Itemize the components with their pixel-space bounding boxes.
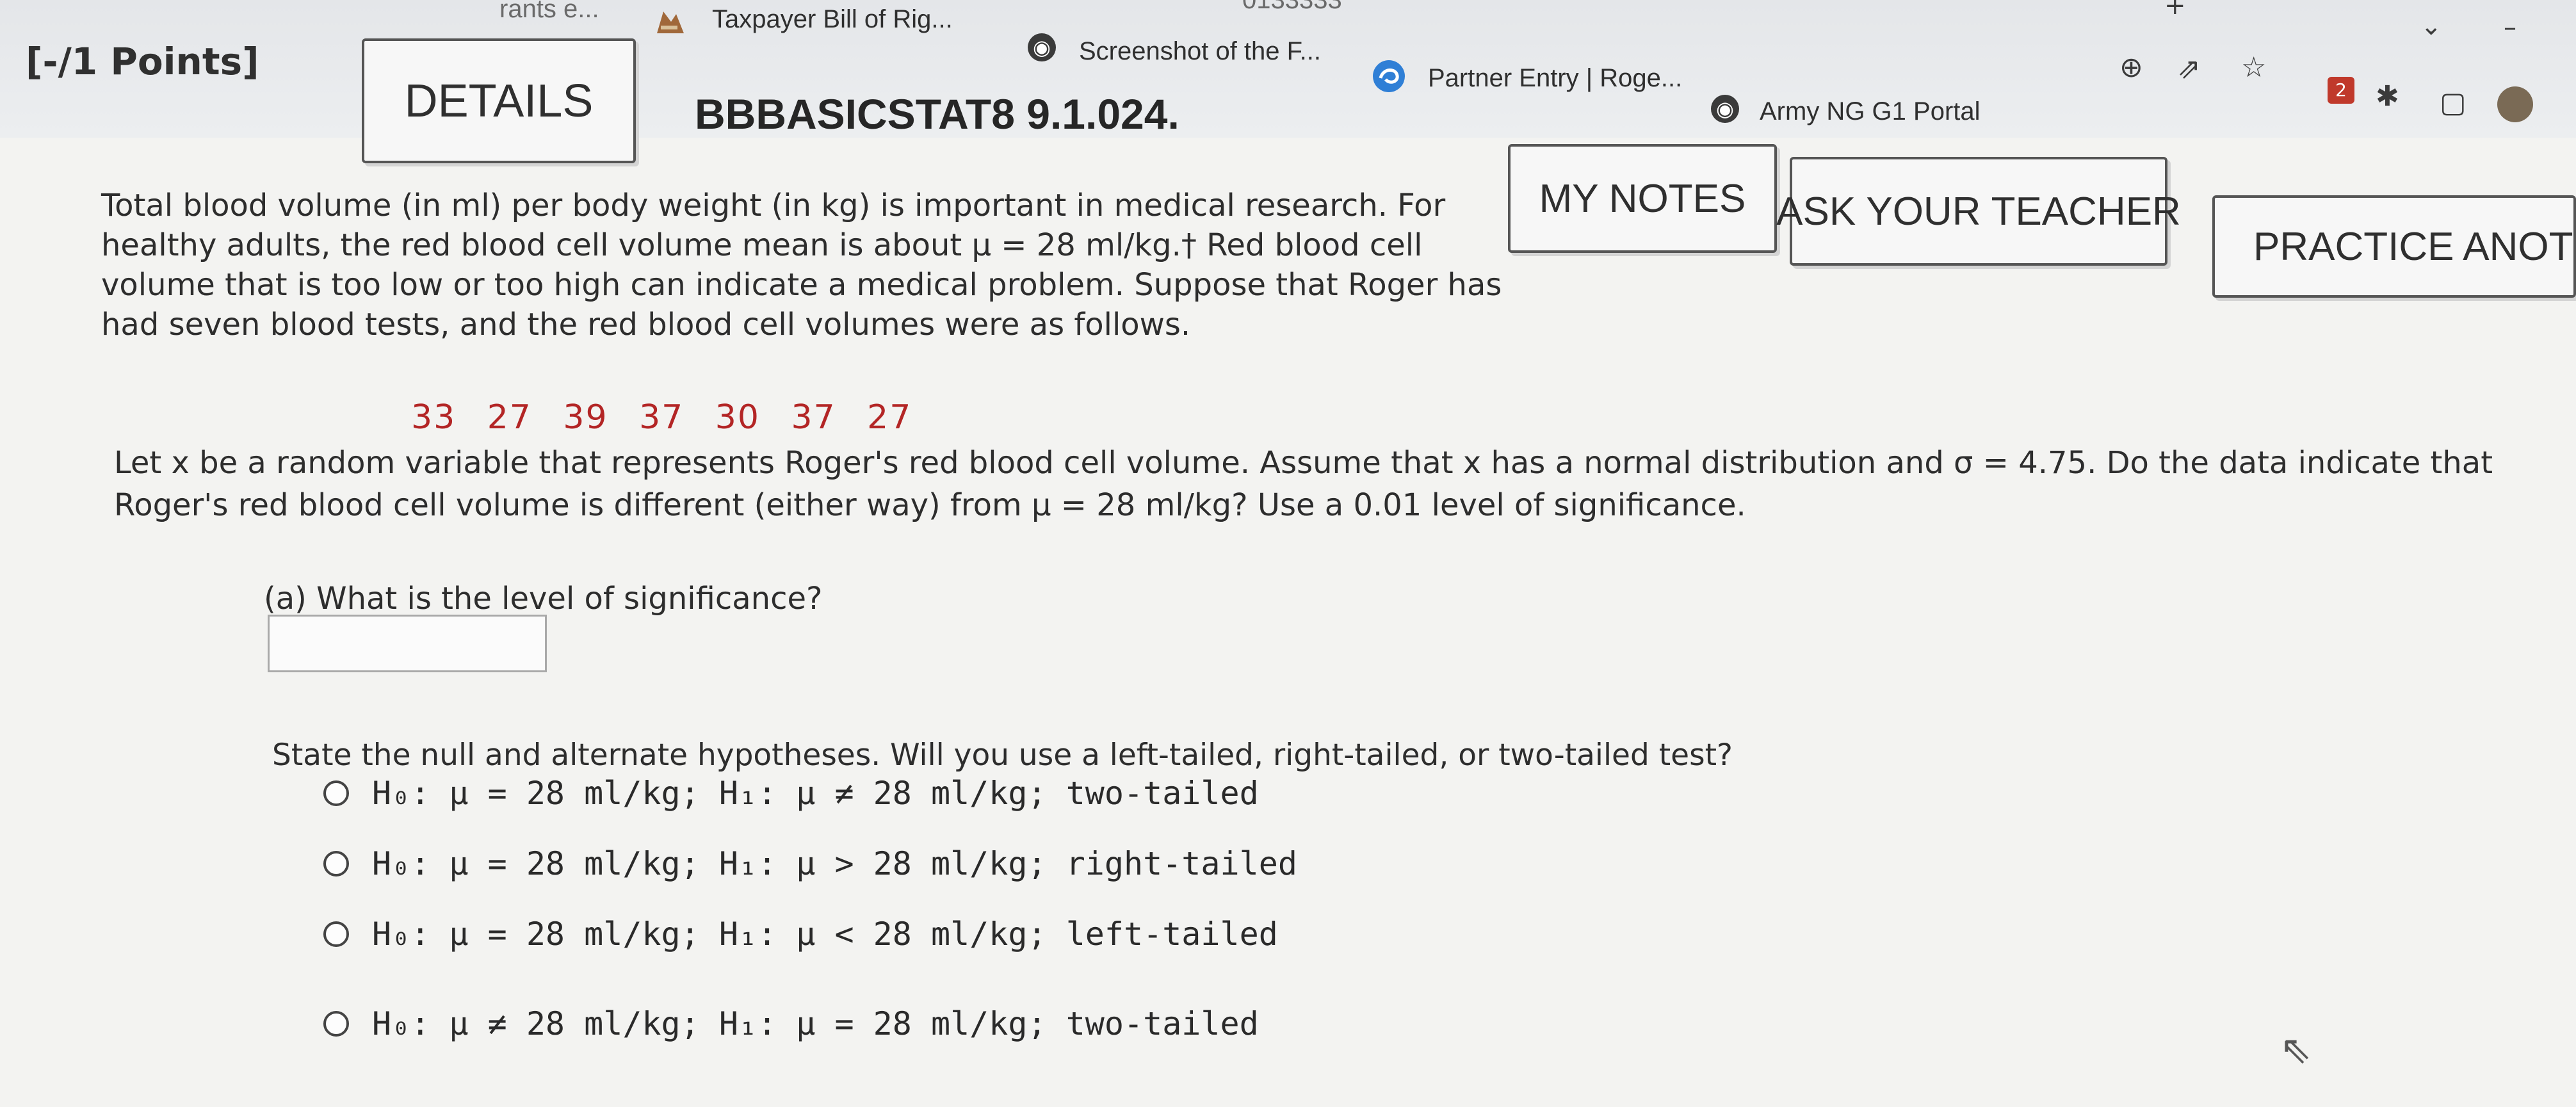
radio-button[interactable] (323, 1011, 349, 1037)
globe-icon: ◉ (1028, 33, 1056, 61)
document-icon (654, 8, 686, 38)
significance-answer-input[interactable] (268, 615, 547, 672)
option-label: H₀: μ = 28 ml/kg; H₁: μ > 28 ml/kg; righ… (372, 845, 1297, 882)
radio-button[interactable] (323, 780, 349, 806)
ask-teacher-button[interactable]: ASK YOUR TEACHER (1776, 157, 2181, 266)
new-tab-icon[interactable]: + (2164, 0, 2186, 20)
data-values: 33 27 39 37 30 37 27 (411, 398, 912, 437)
my-notes-button[interactable]: MY NOTES (1508, 144, 1777, 253)
hypothesis-option-2[interactable]: H₀: μ = 28 ml/kg; H₁: μ > 28 ml/kg; righ… (323, 845, 1297, 882)
hypothesis-option-3[interactable]: H₀: μ = 28 ml/kg; H₁: μ < 28 ml/kg; left… (323, 916, 1278, 953)
option-label: H₀: μ = 28 ml/kg; H₁: μ < 28 ml/kg; left… (372, 916, 1278, 953)
problem-setup: Let x be a random variable that represen… (114, 445, 2493, 523)
mouse-cursor-icon: ⇖ (2280, 1028, 2312, 1072)
option-label: H₀: μ = 28 ml/kg; H₁: μ ≠ 28 ml/kg; two-… (372, 775, 1259, 812)
avatar-icon[interactable] (2497, 86, 2533, 122)
star-icon[interactable]: ☆ (2241, 51, 2266, 84)
bookmark-screenshot[interactable]: Screenshot of the F... (1079, 37, 1321, 66)
tab-partial-text: 0133333 (1242, 0, 1342, 14)
sidebar-icon[interactable]: ▢ (2440, 86, 2467, 119)
details-button[interactable]: DETAILS (362, 38, 636, 163)
zoom-icon[interactable]: ⊕ (2119, 51, 2143, 84)
puzzle-icon[interactable]: ✱ (2376, 80, 2399, 113)
hypothesis-option-4[interactable]: H₀: μ ≠ 28 ml/kg; H₁: μ = 28 ml/kg; two-… (323, 1005, 1259, 1042)
radio-button[interactable] (323, 921, 349, 947)
points-label: [-/1 Points] (26, 40, 259, 83)
minimize-icon[interactable]: – (2504, 13, 2516, 42)
option-label: H₀: μ ≠ 28 ml/kg; H₁: μ = 28 ml/kg; two-… (372, 1005, 1259, 1042)
share-icon[interactable]: ⇗ (2177, 53, 2201, 85)
bookmark-partner-entry[interactable]: Partner Entry | Roge... (1428, 64, 1682, 93)
bookmark-partial[interactable]: rants e... (499, 0, 599, 24)
bookmark-army-ng[interactable]: Army NG G1 Portal (1760, 97, 1981, 126)
chevron-down-icon[interactable]: ⌄ (2420, 12, 2442, 41)
extension-badge-icon[interactable]: 2 (2328, 77, 2354, 104)
hypothesis-option-1[interactable]: H₀: μ = 28 ml/kg; H₁: μ ≠ 28 ml/kg; two-… (323, 775, 1259, 812)
question-id: BBBASICSTAT8 9.1.024. (695, 90, 1179, 138)
hypotheses-prompt: State the null and alternate hypotheses.… (272, 738, 1733, 773)
globe-icon: ◉ (1711, 95, 1739, 123)
problem-intro: Total blood volume (in ml) per body weig… (101, 188, 1502, 343)
practice-another-button[interactable]: PRACTICE ANOTHER (2212, 195, 2576, 298)
swirl-icon (1372, 59, 1406, 96)
radio-button[interactable] (323, 851, 349, 877)
part-a-question: (a) What is the level of significance? (264, 581, 823, 617)
bookmark-taxpayer[interactable]: Taxpayer Bill of Rig... (712, 5, 953, 34)
